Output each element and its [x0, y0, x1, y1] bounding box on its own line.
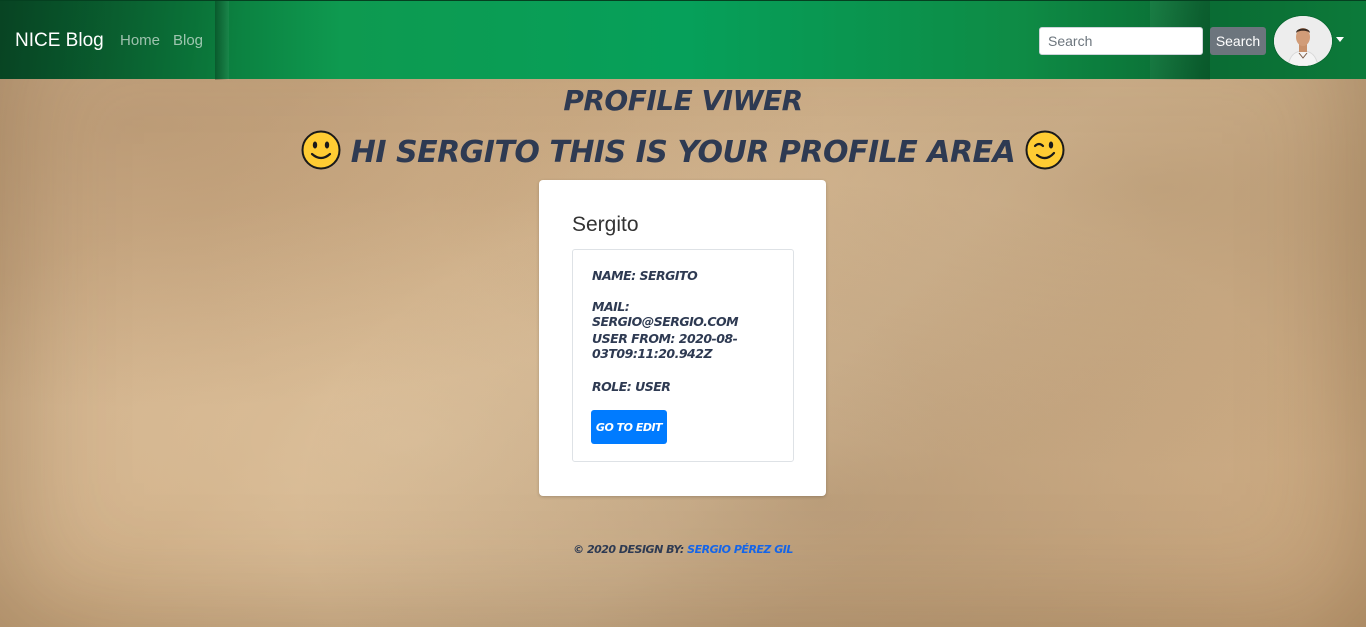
nav-link-blog[interactable]: Blog: [173, 32, 203, 49]
profile-name: NAME: SERGITO: [592, 268, 698, 283]
footer-author-link[interactable]: SERGIO PÉREZ GIL: [687, 543, 793, 556]
profile-user-from: USER FROM: 2020-08-03T09:11:20.942Z: [592, 331, 738, 361]
profile-details: NAME: SERGITO MAIL: SERGIO@SERGIO.COM US…: [572, 249, 794, 462]
navbar: NICE Blog Home Blog Search: [0, 0, 1366, 80]
footer-text: © 2020 DESIGN BY:: [573, 543, 684, 556]
user-avatar-icon: [1274, 16, 1332, 66]
winking-face-icon: [1025, 130, 1065, 170]
nav-link-home[interactable]: Home: [120, 32, 160, 49]
page-title: Profile viwer: [563, 84, 803, 117]
greeting-text: HI SERGITO THIS IS YOUR PROFILE AREA: [350, 135, 1016, 170]
greeting-heading: HI SERGITO THIS IS YOUR PROFILE AREA: [0, 130, 1366, 173]
profile-card: Sergito NAME: SERGITO MAIL: SERGIO@SERGI…: [539, 180, 826, 496]
brand-link[interactable]: NICE Blog: [15, 30, 104, 52]
card-title: Sergito: [572, 213, 639, 236]
footer: © 2020 DESIGN BY: SERGIO PÉREZ GIL: [0, 543, 1366, 556]
search-input[interactable]: [1039, 27, 1203, 55]
search-button[interactable]: Search: [1210, 27, 1266, 55]
smiling-face-icon: [301, 130, 341, 170]
chevron-down-icon[interactable]: [1336, 37, 1344, 42]
avatar[interactable]: [1274, 16, 1332, 66]
profile-mail: MAIL: SERGIO@SERGIO.COM: [592, 299, 739, 329]
go-to-edit-button[interactable]: GO TO EDIT: [591, 410, 667, 444]
profile-role: ROLE: USER: [592, 379, 671, 394]
